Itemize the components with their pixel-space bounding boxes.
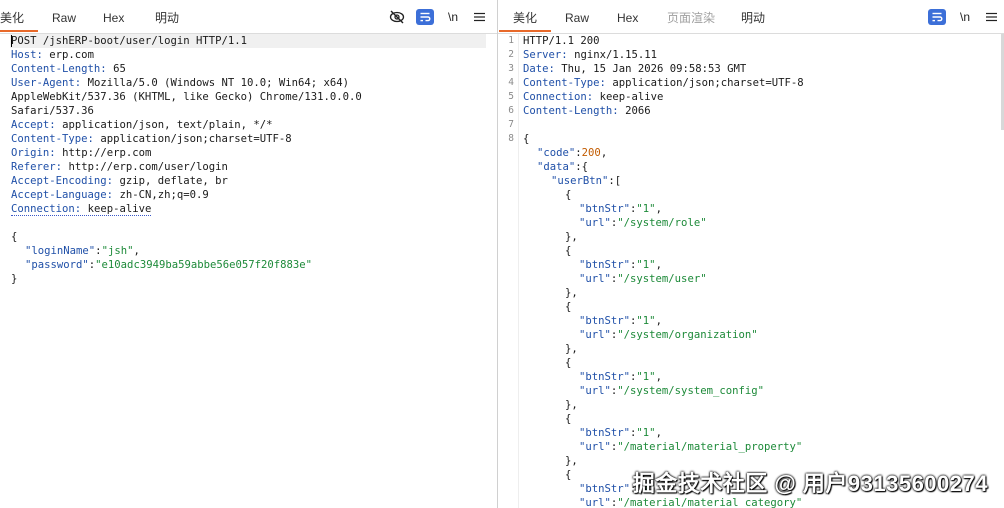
header-line: Server: nginx/1.15.11 xyxy=(523,49,657,61)
header-line-wrapped: Safari/537.36 xyxy=(11,105,94,117)
line-number: 4 xyxy=(508,77,514,88)
json-brace: }, xyxy=(565,343,578,355)
gutter-divider xyxy=(518,34,519,508)
header-line: Content-Type: application/json;charset=U… xyxy=(11,133,292,145)
tab-page-render[interactable]: 页面渲染 xyxy=(667,10,715,26)
line-number: 3 xyxy=(508,63,514,74)
line-number: 1 xyxy=(508,35,514,46)
watermark: 掘金技术社区 @ 用户93135600274 xyxy=(632,471,988,496)
header-line: Referer: http://erp.com/user/login xyxy=(11,161,228,173)
header-line: Accept-Language: zh-CN,zh;q=0.9 xyxy=(11,189,209,201)
tab-raw[interactable]: Raw xyxy=(52,10,76,26)
header-line: Content-Length: 65 xyxy=(11,63,126,75)
json-field: "url":"/system/organization" xyxy=(579,329,758,341)
json-field: "url":"/system/role" xyxy=(579,217,707,229)
tab-hex[interactable]: Hex xyxy=(103,10,124,26)
status-line: HTTP/1.1 200 xyxy=(523,35,600,47)
request-tabbar: 美化 Raw Hex 明动 \n xyxy=(0,0,497,34)
newline-toggle[interactable]: \n xyxy=(444,9,462,25)
tab-pretty[interactable]: 美化 xyxy=(498,10,552,32)
json-brace: }, xyxy=(565,287,578,299)
request-line: POST /jshERP-boot/user/login HTTP/1.1 xyxy=(11,35,247,47)
header-line: Content-Type: application/json;charset=U… xyxy=(523,77,804,89)
tab-render[interactable]: 明动 xyxy=(155,10,179,26)
request-editor[interactable]: POST /jshERP-boot/user/login HTTP/1.1 Ho… xyxy=(0,34,497,508)
tab-render[interactable]: 明动 xyxy=(741,10,765,26)
json-field: "btnStr":"1", xyxy=(579,427,662,439)
header-line: Host: erp.com xyxy=(11,49,94,61)
line-number: 6 xyxy=(508,105,514,116)
json-brace: { xyxy=(565,469,572,481)
json-field: "url":"/material/material_property" xyxy=(579,441,803,453)
json-brace: }, xyxy=(565,231,578,243)
header-line: User-Agent: Mozilla/5.0 (Windows NT 10.0… xyxy=(11,77,350,89)
header-line: Content-Length: 2066 xyxy=(523,105,651,117)
json-field: "code":200, xyxy=(537,147,608,159)
text-caret xyxy=(11,35,12,47)
json-brace: }, xyxy=(565,455,578,467)
json-field: "url":"/system/system_config" xyxy=(579,385,764,397)
header-line: Date: Thu, 15 Jan 2026 09:58:53 GMT xyxy=(523,63,747,75)
tab-raw[interactable]: Raw xyxy=(565,10,589,26)
tab-hex[interactable]: Hex xyxy=(617,10,638,26)
json-brace: { xyxy=(565,189,572,201)
json-field: "loginName":"jsh", xyxy=(25,245,140,257)
header-line: Connection: keep-alive xyxy=(11,203,152,216)
json-field: "btnStr":"1", xyxy=(579,203,662,215)
json-field: "btnStr":"1", xyxy=(579,371,662,383)
line-number: 7 xyxy=(508,119,514,130)
json-brace: { xyxy=(565,357,572,369)
json-field: "url":"/system/user" xyxy=(579,273,707,285)
json-brace: }, xyxy=(565,399,578,411)
request-pane: 美化 Raw Hex 明动 \n POST /jshERP-boot/user/… xyxy=(0,0,497,508)
response-pane: 美化 Raw Hex 页面渲染 明动 \n 1 2 3 4 5 6 7 8 HT… xyxy=(498,0,1004,508)
response-tabbar: 美化 Raw Hex 页面渲染 明动 \n xyxy=(498,0,1004,34)
header-line-wrapped: AppleWebKit/537.36 (KHTML, like Gecko) C… xyxy=(11,91,362,103)
json-brace: } xyxy=(11,273,18,285)
newline-toggle[interactable]: \n xyxy=(956,9,974,25)
line-number: 8 xyxy=(508,133,514,144)
wrap-lines-icon[interactable] xyxy=(928,9,946,25)
header-line: Origin: http://erp.com xyxy=(11,147,152,159)
header-line: Accept: application/json, text/plain, */… xyxy=(11,119,273,131)
json-brace: { xyxy=(523,133,530,145)
header-line: Connection: keep-alive xyxy=(523,91,664,103)
menu-icon[interactable] xyxy=(470,9,488,25)
json-field: "data":{ xyxy=(537,161,589,173)
json-brace: { xyxy=(565,301,572,313)
eye-slash-icon[interactable] xyxy=(388,9,406,25)
json-field: "password":"e10adc3949ba59abbe56e057f20f… xyxy=(25,259,313,271)
wrap-lines-icon[interactable] xyxy=(416,9,434,25)
json-brace: { xyxy=(11,231,18,243)
line-number: 2 xyxy=(508,49,514,60)
json-field: "btnStr":"1", xyxy=(579,315,662,327)
json-brace: { xyxy=(565,413,572,425)
json-field: "userBtn":[ xyxy=(551,175,622,187)
tab-pretty[interactable]: 美化 xyxy=(0,10,39,32)
response-editor[interactable]: 1 2 3 4 5 6 7 8 HTTP/1.1 200 Server: ngi… xyxy=(498,34,1004,508)
menu-icon[interactable] xyxy=(982,9,1000,25)
json-brace: { xyxy=(565,245,572,257)
line-number: 5 xyxy=(508,91,514,102)
header-line: Accept-Encoding: gzip, deflate, br xyxy=(11,175,228,187)
json-field: "btnStr":"1", xyxy=(579,259,662,271)
